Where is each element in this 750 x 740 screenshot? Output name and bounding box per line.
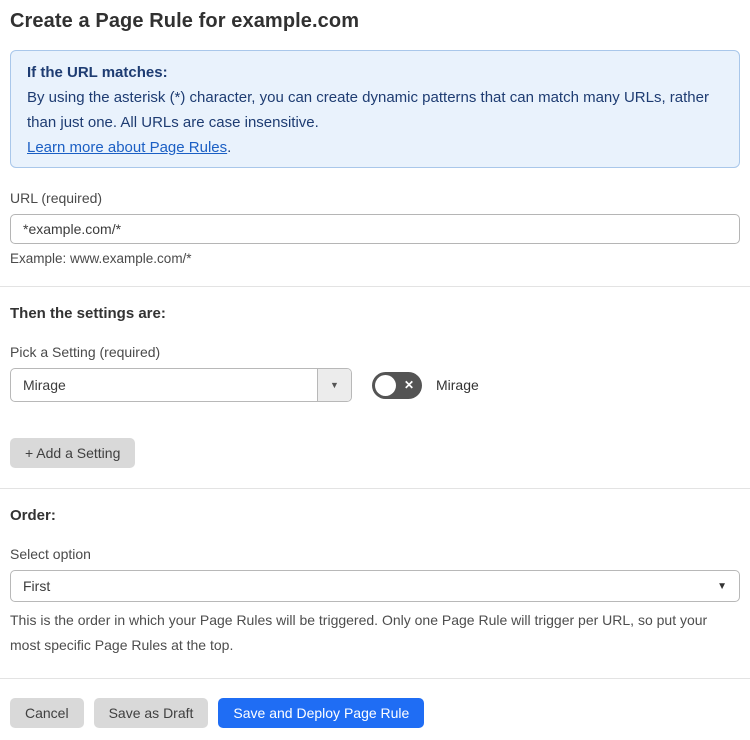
chevron-down-icon[interactable]: ▼ (317, 369, 351, 401)
page-rule-form: Create a Page Rule for example.com If th… (0, 10, 750, 740)
settings-section-heading: Then the settings are: (10, 305, 166, 322)
url-example-helper: Example: www.example.com/* (10, 251, 192, 266)
info-callout-body: By using the asterisk (*) character, you… (27, 89, 709, 131)
setting-dropdown-value: Mirage (23, 377, 66, 393)
mirage-toggle-label: Mirage (436, 377, 479, 393)
chevron-down-icon: ▼ (717, 580, 727, 592)
setting-row: Mirage ▼ ✕ Mirage (10, 368, 740, 402)
order-select-value: First (23, 578, 51, 594)
setting-dropdown[interactable]: Mirage ▼ (10, 368, 352, 402)
page-title: Create a Page Rule for example.com (10, 10, 360, 32)
order-select[interactable]: First ▼ (10, 570, 740, 602)
save-as-draft-button[interactable]: Save as Draft (93, 698, 209, 728)
divider (0, 488, 750, 489)
toggle-off-x-icon: ✕ (403, 378, 414, 392)
url-input[interactable] (10, 214, 740, 244)
order-select-label: Select option (10, 546, 91, 562)
mirage-toggle-group: ✕ Mirage (372, 371, 479, 399)
info-callout-link-line: Learn more about Page Rules. (27, 135, 723, 160)
pick-setting-label: Pick a Setting (required) (10, 344, 161, 360)
cancel-button[interactable]: Cancel (10, 698, 84, 728)
footer-actions: Cancel Save as Draft Save and Deploy Pag… (10, 698, 740, 740)
url-match-info-callout: If the URL matches: By using the asteris… (10, 50, 740, 168)
order-helper-text: This is the order in which your Page Rul… (10, 612, 708, 653)
link-suffix: . (227, 139, 232, 156)
order-section-heading: Order: (10, 507, 56, 524)
info-callout-heading: If the URL matches: (27, 64, 168, 81)
learn-more-link[interactable]: Learn more about Page Rules (27, 139, 227, 156)
save-and-deploy-button[interactable]: Save and Deploy Page Rule (218, 698, 425, 728)
divider (0, 286, 750, 287)
toggle-knob (375, 374, 396, 396)
add-setting-button[interactable]: + Add a Setting (10, 438, 136, 468)
divider (0, 678, 750, 679)
mirage-toggle[interactable]: ✕ (372, 371, 422, 399)
url-field-label: URL (required) (10, 190, 103, 206)
